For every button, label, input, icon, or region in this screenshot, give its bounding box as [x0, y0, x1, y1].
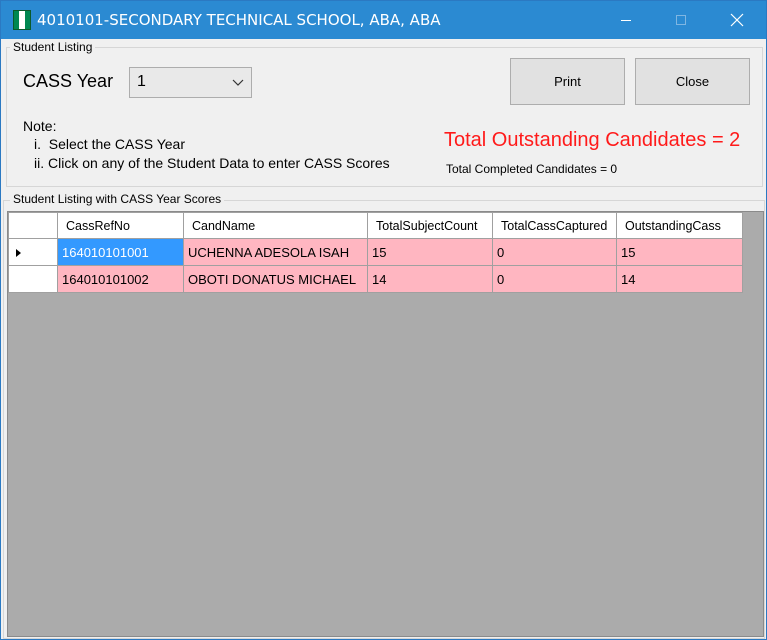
table-cell[interactable]: 164010101001 [57, 238, 184, 266]
note-title: Note: [23, 118, 57, 134]
cass-scores-group-label: Student Listing with CASS Year Scores [10, 192, 225, 206]
column-header-cassrefno[interactable]: CassRefNo [57, 212, 184, 239]
total-outstanding-candidates: Total Outstanding Candidates = 2 [444, 129, 741, 151]
table-cell[interactable]: 14 [367, 265, 493, 293]
table-header-row: CassRefNo CandName TotalSubjectCount Tot… [8, 212, 743, 239]
current-row-arrow-icon [16, 249, 21, 258]
table-cell[interactable]: 0 [492, 265, 617, 293]
table-cell[interactable]: 15 [616, 238, 743, 266]
minimize-button[interactable] [603, 1, 649, 39]
print-button[interactable]: Print [510, 58, 625, 105]
student-data-table: CassRefNo CandName TotalSubjectCount Tot… [8, 212, 743, 293]
table-cell[interactable]: 164010101002 [57, 265, 184, 293]
table-cell[interactable]: OBOTI DONATUS MICHAEL [183, 265, 368, 293]
row-header[interactable] [8, 265, 58, 293]
maximize-button[interactable] [658, 1, 704, 39]
maximize-icon [676, 15, 686, 25]
column-header-candname[interactable]: CandName [183, 212, 368, 239]
student-data-grid[interactable]: CassRefNo CandName TotalSubjectCount Tot… [7, 211, 764, 637]
cass-year-select[interactable]: 1 [129, 67, 252, 98]
total-completed-candidates: Total Completed Candidates = 0 [446, 162, 618, 176]
chevron-down-icon [232, 79, 244, 86]
student-listing-group-label: Student Listing [10, 40, 96, 54]
table-row[interactable]: 164010101002 OBOTI DONATUS MICHAEL 14 0 … [8, 265, 743, 293]
window-title: 4010101-SECONDARY TECHNICAL SCHOOL, ABA,… [37, 11, 441, 29]
header-corner [8, 212, 58, 239]
column-header-outstandingcass[interactable]: OutstandingCass [616, 212, 743, 239]
column-header-totalcasscaptured[interactable]: TotalCassCaptured [492, 212, 617, 239]
minimize-icon [621, 20, 631, 21]
table-row[interactable]: 164010101001 UCHENNA ADESOLA ISAH 15 0 1… [8, 238, 743, 266]
nigeria-flag-icon [13, 10, 31, 30]
table-cell[interactable]: 0 [492, 238, 617, 266]
close-icon [730, 13, 744, 27]
note-line-2: ii. Click on any of the Student Data to … [34, 155, 390, 171]
note-line-1: i. Select the CASS Year [34, 136, 185, 152]
column-header-totalsubjectcount[interactable]: TotalSubjectCount [367, 212, 493, 239]
table-cell[interactable]: 15 [367, 238, 493, 266]
cass-year-value: 1 [137, 73, 146, 90]
table-cell[interactable]: 14 [616, 265, 743, 293]
table-cell[interactable]: UCHENNA ADESOLA ISAH [183, 238, 368, 266]
close-window-button[interactable] [714, 1, 760, 39]
cass-year-label: CASS Year [23, 71, 114, 91]
close-button[interactable]: Close [635, 58, 750, 105]
row-header[interactable] [8, 238, 58, 266]
title-bar[interactable]: 4010101-SECONDARY TECHNICAL SCHOOL, ABA,… [1, 1, 766, 39]
main-window: 4010101-SECONDARY TECHNICAL SCHOOL, ABA,… [0, 0, 767, 640]
